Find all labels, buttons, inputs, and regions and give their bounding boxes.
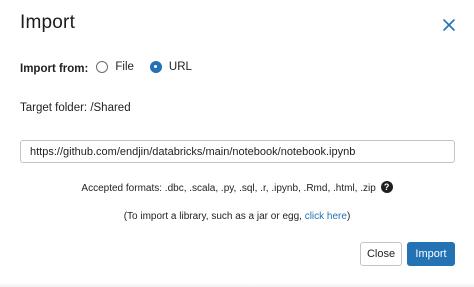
file-radio-label[interactable]: File bbox=[115, 61, 134, 73]
url-radio-label[interactable]: URL bbox=[169, 61, 192, 73]
import-dialog: Import Import from: File URL Target fold… bbox=[0, 0, 474, 287]
accepted-formats: Accepted formats: .dbc, .scala, .py, .sq… bbox=[0, 181, 474, 194]
import-from-row: Import from: File URL bbox=[20, 59, 208, 75]
close-button[interactable]: Close bbox=[360, 242, 402, 266]
dialog-bottom-edge bbox=[0, 283, 474, 287]
help-icon[interactable]: ? bbox=[380, 181, 393, 193]
radio-option-url[interactable]: URL bbox=[149, 61, 192, 73]
dialog-title: Import bbox=[20, 12, 76, 33]
url-input[interactable] bbox=[20, 140, 455, 163]
radio-option-file[interactable]: File bbox=[96, 61, 134, 73]
accepted-formats-text: Accepted formats: .dbc, .scala, .py, .sq… bbox=[81, 183, 376, 194]
library-note-suffix: ) bbox=[346, 211, 351, 222]
import-button[interactable]: Import bbox=[407, 242, 455, 266]
file-radio[interactable] bbox=[96, 61, 109, 73]
library-note-prefix: (To import a library, such as a jar or e… bbox=[123, 211, 305, 222]
import-from-label: Import from: bbox=[20, 63, 89, 75]
click-here-link[interactable]: click here bbox=[305, 211, 347, 222]
library-note: (To import a library, such as a jar or e… bbox=[0, 211, 474, 222]
target-folder: Target folder: /Shared bbox=[20, 102, 131, 114]
url-radio[interactable] bbox=[149, 61, 162, 73]
close-icon[interactable] bbox=[441, 17, 457, 33]
